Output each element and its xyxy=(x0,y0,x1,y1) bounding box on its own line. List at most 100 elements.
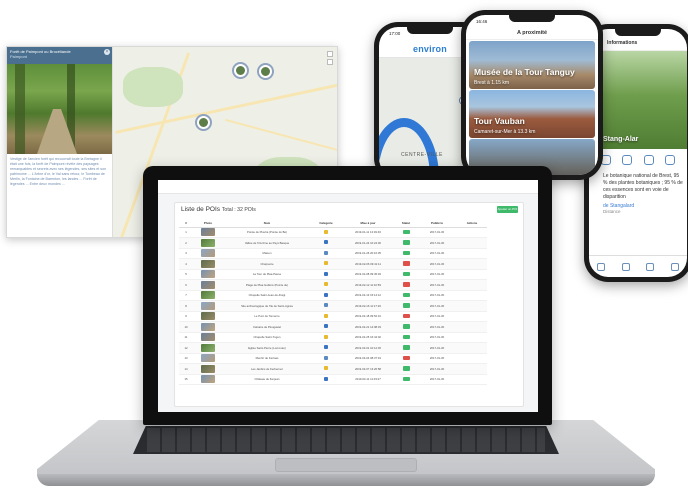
poi-thumbnail xyxy=(201,259,215,268)
row-actions[interactable] xyxy=(457,332,487,343)
table-row[interactable]: 4 Charpente 2019-02-06 09:41:11 2017-01-30 xyxy=(179,258,487,270)
row-updated: 2019-01-26 20:16:35 xyxy=(341,248,395,259)
user-icon[interactable] xyxy=(670,262,679,271)
nearby-card[interactable]: Musée de la Tour Tanguy Brest à 1.15 km xyxy=(469,41,595,89)
status-badge[interactable] xyxy=(402,313,410,318)
status-badge[interactable] xyxy=(402,355,410,360)
location-icon[interactable] xyxy=(646,262,655,271)
row-photo xyxy=(193,332,223,343)
table-row[interactable]: 5 La Tour de Plaa Pause 2019-02-08 09:45:4… xyxy=(179,269,487,280)
table-row[interactable]: 2 Vallée de l'Ourzine au Pays Basque 2019-… xyxy=(179,237,487,249)
row-name[interactable]: Chapelle Saint-Tugen xyxy=(223,332,311,343)
row-name[interactable]: Site archéologique de l'île de Saint-Agn… xyxy=(223,300,311,312)
table-row[interactable]: 8 Site archéologique de l'île de Saint-Ag… xyxy=(179,300,487,312)
row-status xyxy=(395,269,417,280)
status-badge[interactable] xyxy=(402,229,410,234)
row-name[interactable]: Menhir de Kerloas xyxy=(223,353,311,364)
status-badge[interactable] xyxy=(402,261,410,266)
status-badge[interactable] xyxy=(402,303,410,308)
status-badge[interactable] xyxy=(402,366,410,371)
column-header[interactable]: Photo xyxy=(193,220,223,228)
status-badge[interactable] xyxy=(402,334,410,339)
map-icon[interactable] xyxy=(621,262,630,271)
zoom-out-icon[interactable] xyxy=(327,59,333,65)
row-name[interactable]: Eglise Saint-Pierre (Locronan) xyxy=(223,342,311,354)
map-marker-icon[interactable] xyxy=(197,116,210,129)
status-badge[interactable] xyxy=(402,292,410,297)
map-marker-icon[interactable] xyxy=(234,64,247,77)
row-name[interactable]: Charpente xyxy=(223,258,311,270)
category-icon xyxy=(324,250,328,255)
row-name[interactable]: Les Jardins de Kerbernez xyxy=(223,363,311,375)
table-row[interactable]: 6 Plage de Plaa Guilloré (Pointe du) 2019-… xyxy=(179,279,487,291)
row-actions[interactable] xyxy=(457,258,487,270)
row-name[interactable]: Vallée de l'Ourzine au Pays Basque xyxy=(223,237,311,249)
column-header[interactable]: Nom xyxy=(223,220,311,228)
table-row[interactable]: 13 Menhir de Kerloas 2019-03-04 08:37:19 20… xyxy=(179,353,487,364)
column-header[interactable]: Mise à jour xyxy=(341,220,395,228)
table-row[interactable]: 3 Maison 2019-01-26 20:16:35 2017-01-30 xyxy=(179,248,487,259)
status-badge[interactable] xyxy=(402,250,410,255)
status-badge[interactable] xyxy=(402,324,410,329)
table-row[interactable]: 15 Château de Kerjean 2019-03-11 11:03:27 2… xyxy=(179,374,487,385)
status-badge[interactable] xyxy=(402,240,410,245)
row-actions[interactable] xyxy=(457,248,487,259)
column-header[interactable]: Statut xyxy=(395,220,417,228)
table-row[interactable]: 1 Pointe de Plouha (Pointe du Bé) 2019-01-… xyxy=(179,227,487,238)
map-marker-icon[interactable] xyxy=(259,65,272,78)
status-badge[interactable] xyxy=(402,282,410,287)
row-actions[interactable] xyxy=(457,237,487,249)
chat-icon[interactable] xyxy=(665,155,676,165)
poi-thumbnail xyxy=(201,228,215,237)
row-actions[interactable] xyxy=(457,300,487,312)
column-header[interactable]: Publié le xyxy=(417,220,457,228)
add-poi-button[interactable]: Ajouter un POI xyxy=(497,206,518,213)
row-id: 12 xyxy=(179,342,193,354)
table-row[interactable]: 11 Chapelle Saint-Tugen 2019-02-25 16:44:0… xyxy=(179,332,487,343)
row-name[interactable]: Chapelle Saint-Jean-du-Doigt xyxy=(223,290,311,301)
table-row[interactable]: 12 Eglise Saint-Pierre (Locronan) 2019-03-… xyxy=(179,342,487,354)
status-badge[interactable] xyxy=(402,345,410,350)
list-icon[interactable] xyxy=(597,262,606,271)
column-header[interactable]: # xyxy=(179,220,193,228)
route-icon[interactable] xyxy=(622,155,633,165)
row-updated: 2019-03-01 10:12:45 xyxy=(341,342,395,354)
row-actions[interactable] xyxy=(457,269,487,280)
row-id: 9 xyxy=(179,311,193,322)
close-icon[interactable]: × xyxy=(104,49,110,55)
row-actions[interactable] xyxy=(457,374,487,385)
row-published: 2017-01-30 xyxy=(417,311,457,322)
row-actions[interactable] xyxy=(457,227,487,238)
table-row[interactable]: 10 Calvaire de Plougastel 2019-02-21 14:08… xyxy=(179,321,487,333)
row-name[interactable]: Château de Kerjean xyxy=(223,374,311,385)
place-link[interactable]: de Stangalard xyxy=(589,201,687,209)
row-actions[interactable] xyxy=(457,290,487,301)
row-actions[interactable] xyxy=(457,353,487,364)
row-name[interactable]: La Tour de Plaa Pause xyxy=(223,269,311,280)
column-header[interactable]: Actions xyxy=(457,220,487,228)
row-name[interactable]: Le Pont de Tonnerre xyxy=(223,311,311,322)
zoom-in-icon[interactable] xyxy=(327,51,333,57)
share-icon[interactable] xyxy=(643,155,654,165)
category-icon xyxy=(324,324,328,329)
row-actions[interactable] xyxy=(457,363,487,375)
row-name[interactable]: Plage de Plaa Guilloré (Pointe du) xyxy=(223,279,311,291)
row-name[interactable]: Calvaire de Plougastel xyxy=(223,321,311,333)
row-actions[interactable] xyxy=(457,321,487,333)
nearby-card[interactable]: Tour Vauban Camaret-sur-Mer à 13.3 km xyxy=(469,90,595,138)
row-actions[interactable] xyxy=(457,279,487,291)
table-row[interactable]: 14 Les Jardins de Kerbernez 2019-03-07 13:… xyxy=(179,363,487,375)
status-badge[interactable] xyxy=(402,376,410,381)
row-name[interactable]: Pointe de Plouha (Pointe du Bé) xyxy=(223,227,311,238)
table-row[interactable]: 9 Le Pont de Tonnerre 2019-02-18 09:52:01 2… xyxy=(179,311,487,322)
row-actions[interactable] xyxy=(457,311,487,322)
table-row[interactable]: 7 Chapelle Saint-Jean-du-Doigt 2019-02-13 … xyxy=(179,290,487,301)
row-id: 4 xyxy=(179,258,193,270)
card-distance: Camaret-sur-Mer à 13.3 km xyxy=(474,129,536,135)
place-distance: Distance xyxy=(603,209,621,214)
column-header[interactable]: Catégorie xyxy=(311,220,341,228)
row-actions[interactable] xyxy=(457,342,487,354)
page-title-text: Liste de POIs xyxy=(181,206,221,213)
status-badge[interactable] xyxy=(402,271,410,276)
row-name[interactable]: Maison xyxy=(223,248,311,259)
